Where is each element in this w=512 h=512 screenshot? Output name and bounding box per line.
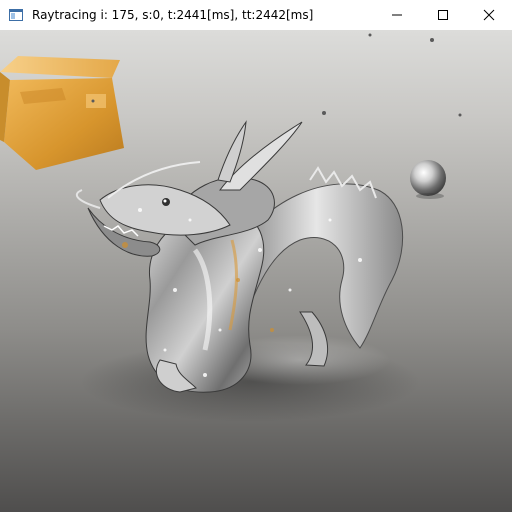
close-button[interactable] (466, 0, 512, 30)
app-window: Raytracing i: 175, s:0, t:2441[ms], tt:2… (0, 0, 512, 512)
raytraced-scene (0, 33, 462, 422)
minimize-icon (392, 14, 402, 16)
maximize-button[interactable] (420, 0, 466, 30)
close-icon (483, 9, 495, 21)
app-window-icon (8, 7, 24, 23)
minimize-button[interactable] (374, 0, 420, 30)
render-viewport[interactable] (0, 30, 512, 512)
title-bar[interactable]: Raytracing i: 175, s:0, t:2441[ms], tt:2… (0, 0, 512, 30)
droplets (91, 33, 462, 117)
maximize-icon (438, 10, 448, 20)
gold-cube (0, 56, 124, 170)
chrome-sphere (410, 160, 446, 196)
window-title: Raytracing i: 175, s:0, t:2441[ms], tt:2… (32, 8, 314, 22)
